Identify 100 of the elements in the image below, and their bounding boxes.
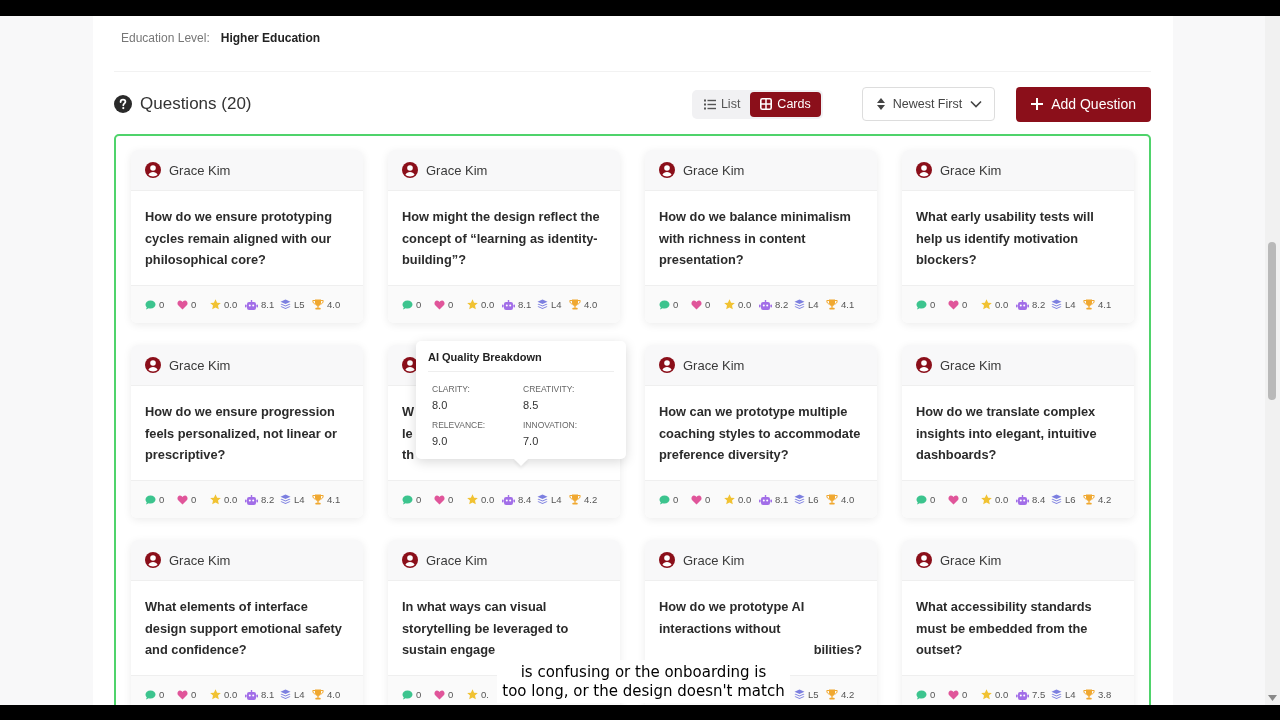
user-icon	[145, 162, 161, 178]
question-text: How can we prototype multiple coaching styles to accommodate preference diversity?	[659, 403, 862, 464]
author-name: Grace Kim	[426, 552, 488, 568]
stat-value: 7.5	[1032, 689, 1046, 700]
star-icon	[467, 299, 478, 310]
robot-icon	[759, 299, 772, 310]
question-line: bilities?	[813, 641, 862, 659]
question-text: In what ways can visual storytelling be leveraged to sustain engage	[402, 598, 570, 659]
star-icon	[210, 299, 221, 310]
stat-value: L4	[551, 299, 562, 310]
stat-value: 8.2	[1032, 299, 1046, 310]
user-icon	[145, 552, 161, 568]
question-card[interactable]: Grace Kim How do we ensure progression feels personalized, not linear or prescriptive? 0 0 0.0 8.2 L4 4.1	[131, 345, 363, 518]
robot-icon	[759, 494, 772, 505]
stat-value: 0	[962, 494, 968, 505]
chat-icon	[145, 689, 156, 700]
sort-dropdown[interactable]: Newest First	[861, 87, 996, 121]
layers-icon	[280, 299, 291, 310]
heart-icon	[434, 689, 445, 700]
stat-value: 4.1	[327, 494, 341, 505]
user-icon	[145, 357, 161, 373]
layers-icon	[1051, 299, 1062, 310]
metric-value: 8.0	[432, 399, 449, 411]
metric-value: 8.5	[523, 399, 540, 411]
chevron-down-icon	[970, 100, 983, 108]
trophy-icon	[569, 494, 581, 505]
metric-label: INNOVATION:	[523, 420, 578, 430]
stat-value: 0	[962, 689, 968, 700]
help-icon	[114, 95, 132, 113]
star-icon	[467, 689, 478, 700]
question-text: What elements of interface design support emotional safety and confidence?	[145, 598, 343, 659]
stat-value: 0	[673, 494, 679, 505]
stat-value: L4	[294, 494, 305, 505]
question-card[interactable]: Grace Kim How do we balance minimalism with richness in content presentation? 0 0 0.0 8.2 L4 4.1	[645, 150, 877, 323]
metric-value: 7.0	[523, 435, 540, 447]
stat-value: 8.2	[775, 299, 789, 310]
video-caption: is confusing or the onboarding is too long, or the design doesn't match	[497, 660, 790, 703]
stat-value: 0	[416, 494, 422, 505]
user-icon	[402, 552, 418, 568]
stat-value: L4	[808, 299, 819, 310]
stat-value: 8.1	[518, 299, 532, 310]
heart-icon	[434, 299, 445, 310]
stat-value: 8.4	[1032, 494, 1046, 505]
stat-value: 0	[191, 689, 197, 700]
stat-value: 0.0	[481, 494, 495, 505]
question-card[interactable]: Grace Kim What early usability tests will help us identify motivation blockers? 0 0 0.0 8.2 L4 4.1	[902, 150, 1134, 323]
stat-value: 4.2	[584, 494, 598, 505]
user-icon	[916, 357, 932, 373]
question-text: How do we ensure progression feels personalized, not linear or prescriptive?	[145, 403, 338, 464]
robot-icon	[1016, 494, 1029, 505]
question-card[interactable]: Grace Kim How do we ensure prototyping cycles remain aligned with our philosophical core? 0 0 0.0 8.1 L5 4.0	[131, 150, 363, 323]
robot-icon	[502, 299, 515, 310]
question-text: What early usability tests will help us identify motivation blockers?	[916, 208, 1095, 269]
stat-value: 8.1	[261, 299, 275, 310]
chat-icon	[145, 299, 156, 310]
author-name: Grace Kim	[683, 552, 745, 568]
stat-value: 0.0	[995, 299, 1009, 310]
chat-icon	[659, 299, 670, 310]
scrollbar[interactable]	[1265, 16, 1280, 705]
stat-value: 4.1	[1098, 299, 1112, 310]
author-name: Grace Kim	[940, 552, 1002, 568]
question-text: How do we ensure prototyping cycles remain aligned with our philosophical core?	[145, 208, 333, 269]
chat-icon	[402, 299, 413, 310]
stat-value: 0	[448, 494, 454, 505]
metric-label: RELEVANCE:	[432, 420, 487, 430]
question-card[interactable]: Grace Kim What elements of interface design support emotional safety and confidence? 0 0 0.0 8.1 L4 4.0	[131, 540, 363, 705]
trophy-icon	[312, 689, 324, 700]
author-name: Grace Kim	[940, 162, 1002, 178]
author-name: Grace Kim	[683, 357, 745, 373]
star-icon	[467, 494, 478, 505]
heart-icon	[177, 689, 188, 700]
robot-icon	[245, 689, 258, 700]
star-icon	[981, 299, 992, 310]
list-icon	[703, 98, 716, 110]
layers-icon	[537, 494, 548, 505]
view-tab[interactable]: Cards	[750, 91, 821, 117]
trophy-icon	[826, 299, 838, 310]
stat-value: L4	[1065, 689, 1076, 700]
view-tab[interactable]: List	[693, 91, 751, 117]
stat-value: 0	[191, 494, 197, 505]
stat-value: 0.0	[224, 494, 238, 505]
scrollbar-thumb[interactable]	[1268, 242, 1276, 400]
scroll-down-icon[interactable]	[1268, 695, 1277, 701]
stat-value: 0.0	[738, 494, 752, 505]
metric-label: CREATIVITY:	[523, 384, 576, 394]
section-title: Questions (20)	[140, 94, 252, 114]
author-name: Grace Kim	[169, 552, 231, 568]
stat-value: 8.1	[775, 494, 789, 505]
layers-icon	[1051, 689, 1062, 700]
user-icon	[916, 162, 932, 178]
question-card[interactable]: Grace Kim How might the design reflect the concept of “learning as identity-building”? 0 0 0.0 8.1 L4 4.0	[388, 150, 620, 323]
question-card[interactable]: Grace Kim How can we prototype multiple coaching styles to accommodate preference diversity? 0 0 0.0 8.1 L6 4.0	[645, 345, 877, 518]
question-text: How do we balance minimalism with richness in content presentation?	[659, 208, 852, 269]
chat-icon	[402, 494, 413, 505]
stat-value: 0	[159, 299, 165, 310]
add-question-button[interactable]: Add Question	[1016, 86, 1151, 122]
question-card[interactable]: Grace Kim How do we translate complex insights into elegant, intuitive dashboards? 0 0 0.0 8.4 L6 4.2	[902, 345, 1134, 518]
chat-icon	[916, 494, 927, 505]
question-card[interactable]: Grace Kim What accessibility standards must be embedded from the outset? 0 0 0.0 7.5 L4 3.8	[902, 540, 1134, 705]
robot-icon	[245, 299, 258, 310]
